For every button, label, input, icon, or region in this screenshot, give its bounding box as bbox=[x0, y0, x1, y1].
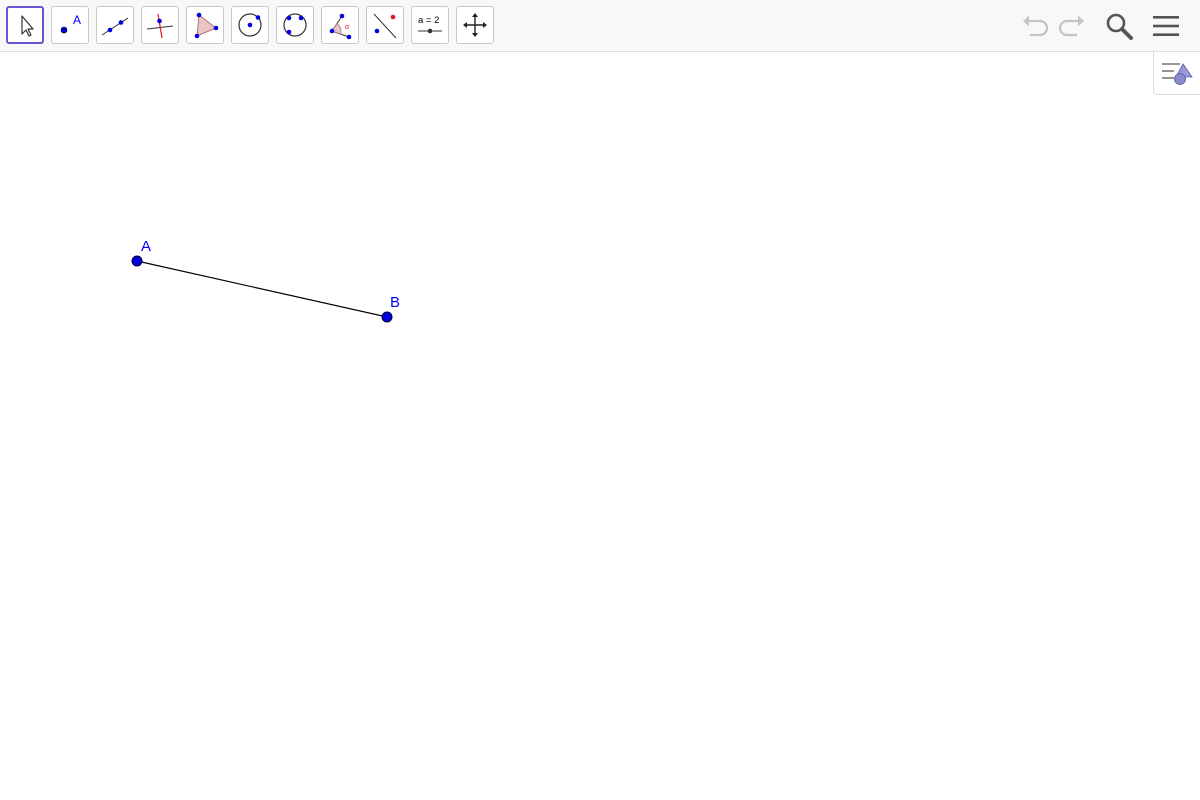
hamburger-menu-icon bbox=[1153, 16, 1179, 36]
svg-text:A: A bbox=[73, 13, 81, 27]
tool-reflect[interactable] bbox=[366, 6, 404, 44]
polygon-icon bbox=[194, 12, 219, 39]
tool-polygon[interactable] bbox=[186, 6, 224, 44]
slider-icon-label: a = 2 bbox=[418, 15, 439, 26]
tool-circle-three-points[interactable] bbox=[276, 6, 314, 44]
search-icon bbox=[1106, 13, 1133, 40]
tool-move-view[interactable] bbox=[456, 6, 494, 44]
move-graphics-view-icon bbox=[463, 13, 487, 37]
perpendicular-line-icon bbox=[146, 13, 174, 39]
move-arrow-icon bbox=[21, 15, 34, 37]
point-icon: A bbox=[60, 13, 81, 34]
segment-ab[interactable] bbox=[136, 260, 388, 318]
graphics-view[interactable]: A B bbox=[0, 53, 1200, 800]
tool-move[interactable] bbox=[6, 6, 44, 44]
tool-slider[interactable]: a = 2 bbox=[411, 6, 449, 44]
menu-button[interactable] bbox=[1148, 8, 1184, 44]
point-label-a: A bbox=[141, 238, 151, 255]
angle-icon: α bbox=[329, 13, 352, 40]
slider-icon: a = 2 bbox=[418, 15, 442, 34]
tool-perpendicular[interactable] bbox=[141, 6, 179, 44]
tool-circle[interactable] bbox=[231, 6, 269, 44]
line-through-two-points-icon bbox=[101, 17, 129, 36]
graphics-canvas[interactable]: A B bbox=[0, 53, 1200, 800]
undo-icon bbox=[1023, 15, 1049, 37]
undo-button[interactable] bbox=[1017, 8, 1053, 44]
circle-center-point-icon bbox=[238, 13, 262, 37]
redo-icon bbox=[1058, 15, 1084, 37]
circle-through-three-points-icon bbox=[283, 13, 307, 37]
tool-line[interactable] bbox=[96, 6, 134, 44]
tool-angle[interactable]: α bbox=[321, 6, 359, 44]
tool-point[interactable]: A bbox=[51, 6, 89, 44]
svg-text:α: α bbox=[345, 24, 349, 31]
point-label-b: B bbox=[390, 294, 400, 311]
point-a[interactable] bbox=[131, 255, 143, 267]
search-button[interactable] bbox=[1101, 8, 1137, 44]
redo-button[interactable] bbox=[1054, 8, 1090, 44]
reflect-about-line-icon bbox=[373, 13, 397, 39]
toolbar: A α a = 2 bbox=[0, 0, 1200, 52]
point-b[interactable] bbox=[381, 311, 393, 323]
